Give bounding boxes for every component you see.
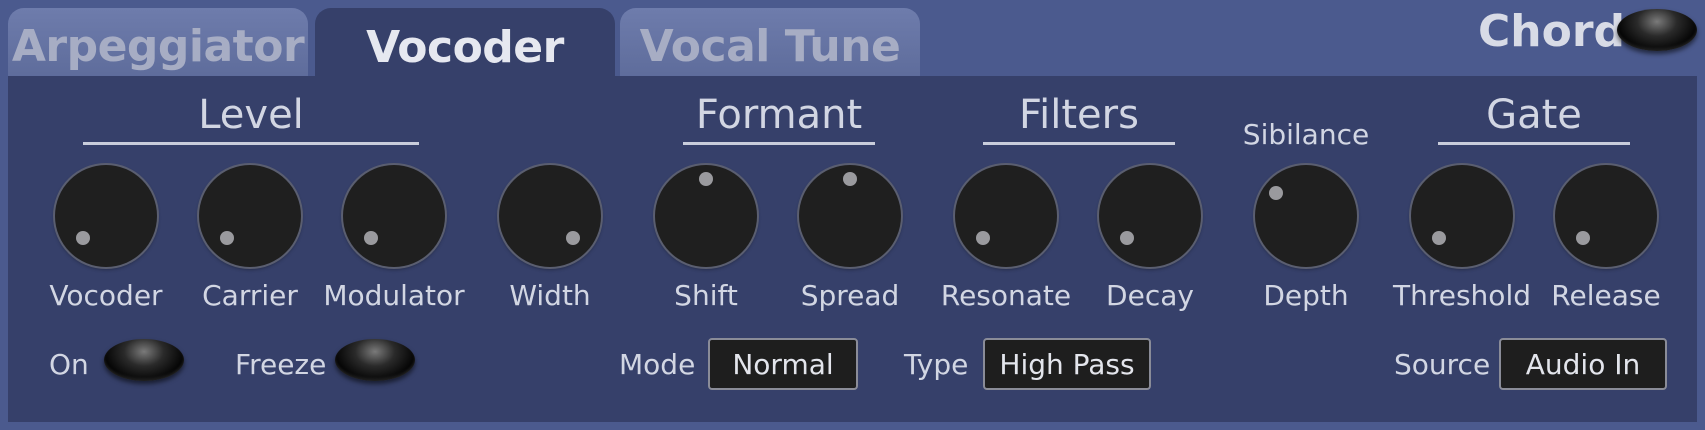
knob-indicator xyxy=(76,231,90,245)
filter-type-select[interactable]: High Pass xyxy=(983,338,1151,390)
section-title-gate: Gate xyxy=(1486,92,1582,138)
modulator-level-knob[interactable] xyxy=(343,165,445,267)
tab-vocal-tune[interactable]: Vocal Tune xyxy=(620,8,920,78)
knob-indicator xyxy=(220,231,234,245)
knob-label-depth: Depth xyxy=(1263,279,1349,312)
knob-indicator xyxy=(1576,231,1590,245)
knob-label-modulator: Modulator xyxy=(323,279,465,312)
divider-level xyxy=(83,142,419,145)
knob-indicator xyxy=(1432,231,1446,245)
chord-label: Chord xyxy=(1478,6,1626,57)
knob-label-threshold: Threshold xyxy=(1393,279,1531,312)
knob-label-resonate: Resonate xyxy=(940,279,1072,312)
carrier-level-knob[interactable] xyxy=(199,165,301,267)
gate-threshold-knob[interactable] xyxy=(1411,165,1513,267)
vocoder-panel: Level Formant Filters Sibilance Gate Voc… xyxy=(8,76,1697,422)
freeze-label: Freeze xyxy=(235,348,327,381)
freeze-toggle[interactable] xyxy=(335,339,415,381)
tab-vocoder[interactable]: Vocoder xyxy=(315,8,615,80)
sibilance-depth-knob[interactable] xyxy=(1255,165,1357,267)
source-label: Source xyxy=(1394,348,1491,381)
knob-indicator xyxy=(364,231,378,245)
tab-arpeggiator-label: Arpeggiator xyxy=(11,20,305,72)
mode-select[interactable]: Normal xyxy=(708,338,858,390)
knob-indicator xyxy=(1269,186,1283,200)
decay-knob[interactable] xyxy=(1099,165,1201,267)
knob-label-shift: Shift xyxy=(674,279,738,312)
divider-gate xyxy=(1438,142,1630,145)
knob-indicator xyxy=(699,172,713,186)
on-label: On xyxy=(49,348,89,381)
tab-vocal-tune-label: Vocal Tune xyxy=(639,20,901,72)
mode-select-value: Normal xyxy=(732,347,834,381)
tab-vocoder-label: Vocoder xyxy=(366,21,564,73)
knob-label-spread: Spread xyxy=(800,279,900,312)
width-knob[interactable] xyxy=(499,165,601,267)
knob-label-decay: Decay xyxy=(1106,279,1194,312)
knob-label-release: Release xyxy=(1551,279,1661,312)
knob-label-vocoder: Vocoder xyxy=(49,279,163,312)
knob-indicator xyxy=(843,172,857,186)
filter-type-select-value: High Pass xyxy=(999,347,1135,381)
type-label: Type xyxy=(904,348,969,381)
chord-toggle[interactable] xyxy=(1617,9,1697,51)
resonate-knob[interactable] xyxy=(955,165,1057,267)
section-title-filters: Filters xyxy=(1019,92,1139,138)
gate-release-knob[interactable] xyxy=(1555,165,1657,267)
formant-spread-knob[interactable] xyxy=(799,165,901,267)
knob-indicator xyxy=(566,231,580,245)
formant-shift-knob[interactable] xyxy=(655,165,757,267)
section-title-formant: Formant xyxy=(695,92,863,138)
knob-indicator xyxy=(1120,231,1134,245)
knob-indicator xyxy=(976,231,990,245)
vocoder-on-toggle[interactable] xyxy=(104,339,184,381)
tab-arpeggiator[interactable]: Arpeggiator xyxy=(8,8,308,78)
vocoder-level-knob[interactable] xyxy=(55,165,157,267)
section-title-level: Level xyxy=(198,92,304,138)
divider-filters xyxy=(983,142,1175,145)
mode-label: Mode xyxy=(619,348,696,381)
knob-label-carrier: Carrier xyxy=(202,279,298,312)
divider-formant xyxy=(683,142,875,145)
section-title-sibilance: Sibilance xyxy=(1242,118,1370,151)
knob-label-width: Width xyxy=(509,279,591,312)
gate-source-select[interactable]: Audio In xyxy=(1499,338,1667,390)
gate-source-select-value: Audio In xyxy=(1525,347,1641,381)
